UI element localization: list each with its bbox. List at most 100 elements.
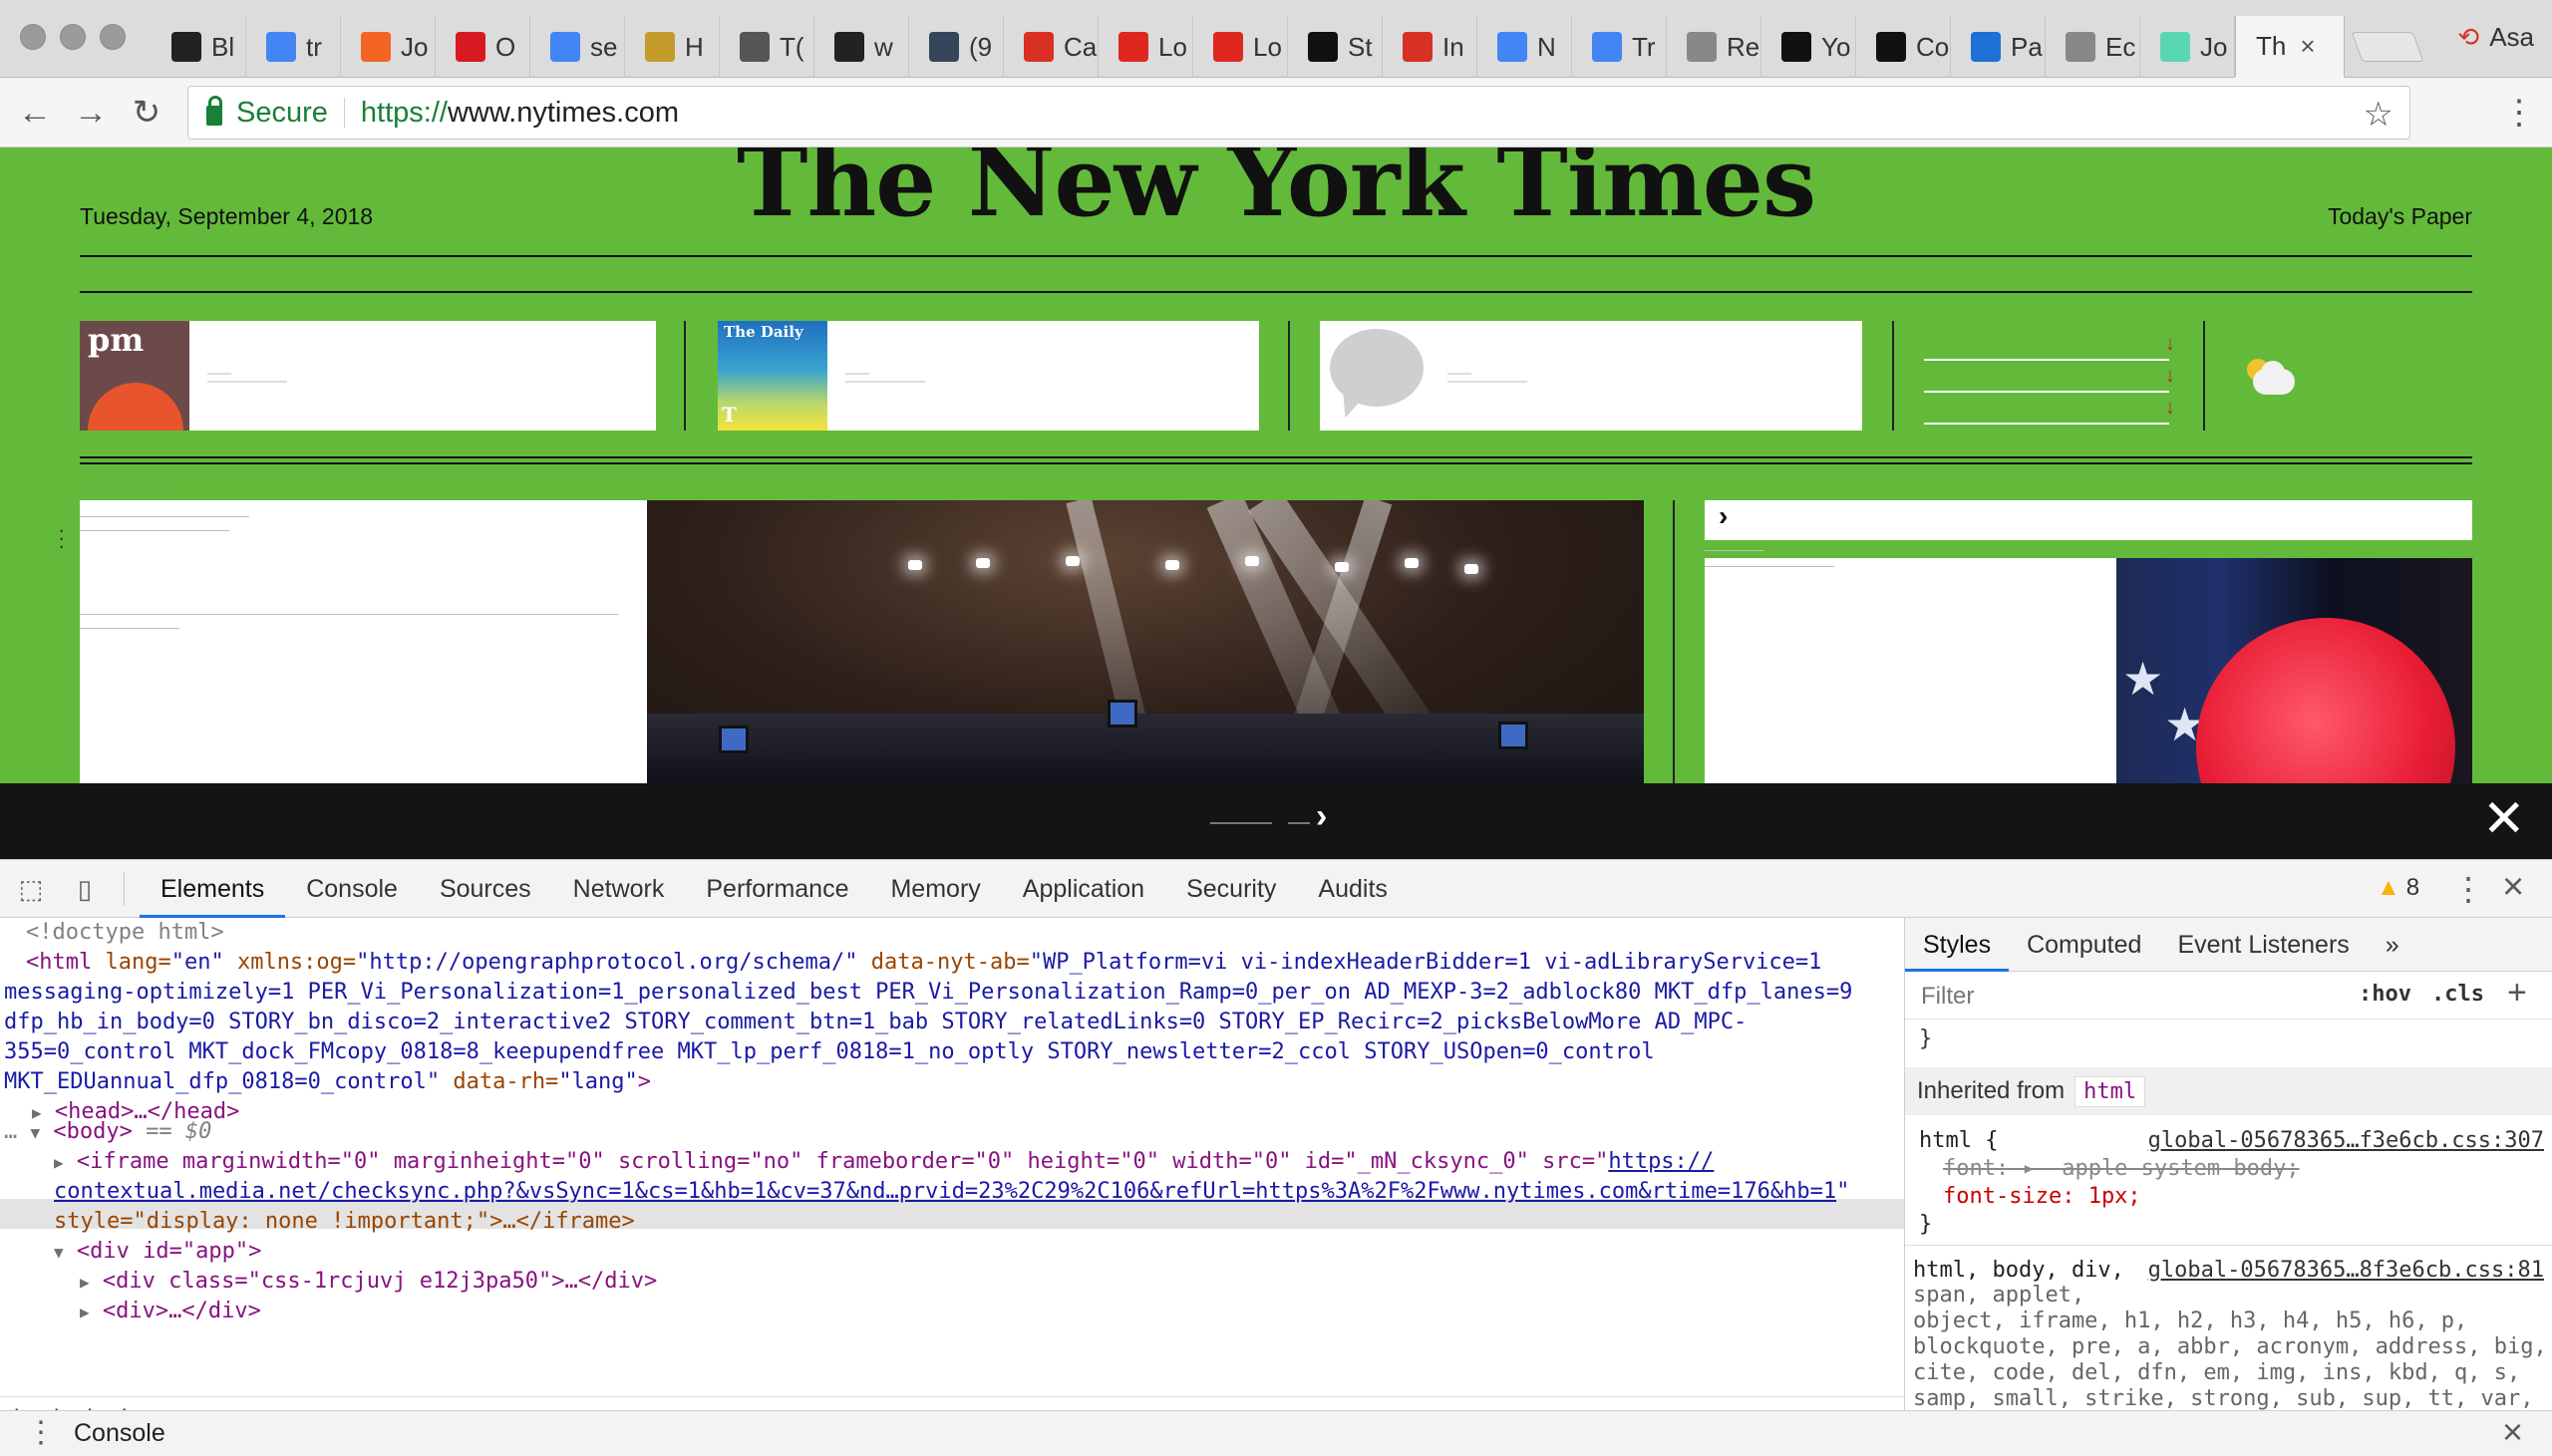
- profile-button[interactable]: ⟲ Asa: [2457, 22, 2534, 53]
- tab-event-listeners[interactable]: Event Listeners: [2159, 918, 2367, 972]
- devtools-tab-elements[interactable]: Elements: [140, 860, 286, 918]
- minimize-window-button[interactable]: [60, 24, 86, 50]
- tab-styles[interactable]: Styles: [1905, 918, 2010, 972]
- address-bar[interactable]: Secure https:// www.nytimes.com ☆: [187, 86, 2410, 140]
- browser-tab[interactable]: O: [436, 16, 530, 78]
- devtools-tab-performance[interactable]: Performance: [685, 860, 869, 918]
- html-node[interactable]: <html lang="en" xmlns:og="http://opengra…: [26, 948, 1821, 978]
- market-index-line[interactable]: [1924, 359, 2169, 361]
- drawer-menu-icon[interactable]: ⋮: [26, 1415, 56, 1450]
- new-tab-button[interactable]: [2351, 32, 2424, 62]
- browser-tab[interactable]: Lo: [1193, 16, 1288, 78]
- devtools-tab-security[interactable]: Security: [1165, 860, 1297, 918]
- browser-menu-icon[interactable]: ⋮: [2502, 90, 2536, 136]
- market-index-line[interactable]: [1924, 423, 2169, 425]
- styles-filter-input[interactable]: [1919, 982, 2338, 1012]
- warnings-counter[interactable]: ▲ 8: [2377, 874, 2419, 902]
- masthead-logo[interactable]: The New York Times: [0, 147, 2552, 238]
- lead-story-text[interactable]: [80, 490, 647, 783]
- forward-arrow-icon[interactable]: →: [70, 92, 112, 134]
- class-toggle[interactable]: .cls: [2431, 982, 2484, 1007]
- promo-the-daily[interactable]: The Daily T: [718, 321, 1259, 431]
- devtools-tab-memory[interactable]: Memory: [869, 860, 1001, 918]
- rule-html-source-link[interactable]: global-05678365…f3e6cb.css:307: [2148, 1127, 2544, 1155]
- browser-tab[interactable]: Jo: [2140, 16, 2235, 78]
- dock-banner[interactable]: › ✕: [0, 783, 2552, 859]
- browser-tab[interactable]: Bl: [152, 16, 246, 78]
- lead-story-photo[interactable]: [647, 500, 1644, 783]
- tab-list: Bl tr Jo Ose H T(w (9 Ca Lo Lo St In N Tr Re Yo Co Pa Ec Jo…: [152, 16, 2424, 78]
- more-news-bar[interactable]: ›: [1705, 500, 2472, 540]
- browser-tab[interactable]: Yo: [1761, 16, 1856, 78]
- promo-pm-briefing[interactable]: pm: [80, 321, 656, 431]
- browser-tab[interactable]: Th ×: [2235, 16, 2345, 78]
- div-plain-node[interactable]: ▶ <div>…</div>: [80, 1297, 261, 1327]
- browser-tab[interactable]: Lo: [1099, 16, 1193, 78]
- rule-reset-source-link[interactable]: global-05678365…8f3e6cb.css:81: [2148, 1257, 2544, 1285]
- browser-tab[interactable]: se: [530, 16, 625, 78]
- div-app-node[interactable]: ▼ <div id="app">: [54, 1237, 261, 1268]
- close-tab-icon[interactable]: ×: [2300, 31, 2315, 62]
- drawer-console-label[interactable]: Console: [74, 1419, 165, 1448]
- more-tabs-chevron-icon[interactable]: »: [2368, 918, 2417, 972]
- drag-handle-icon[interactable]: · · ·: [58, 519, 65, 557]
- todays-paper-link[interactable]: Today's Paper: [2328, 203, 2472, 230]
- body-node[interactable]: … ▼ <body> == $0: [4, 1117, 211, 1148]
- close-window-button[interactable]: [20, 24, 46, 50]
- secure-label: Secure: [236, 96, 328, 129]
- doctype-node[interactable]: <!doctype html>: [26, 918, 224, 948]
- browser-tab[interactable]: Re: [1667, 16, 1761, 78]
- devtools-tab-audits[interactable]: Audits: [1297, 860, 1408, 918]
- rule-html-selector[interactable]: html {: [1919, 1127, 1998, 1155]
- tab-title: Ca: [1064, 31, 1098, 62]
- bookmark-star-icon[interactable]: ☆: [2364, 95, 2393, 135]
- close-icon[interactable]: ✕: [2482, 789, 2526, 849]
- inherited-tag-chip[interactable]: html: [2074, 1075, 2146, 1107]
- div-class-node[interactable]: ▶ <div class="css-1rcjuvj e12j3pa50">…</…: [80, 1267, 657, 1298]
- elements-tree[interactable]: <!doctype html> <html lang="en" xmlns:og…: [0, 918, 1904, 1396]
- browser-tab[interactable]: (9: [909, 16, 1004, 78]
- devtools-tab-console[interactable]: Console: [285, 860, 419, 918]
- secondary-story-photo[interactable]: ★ ★: [2116, 558, 2472, 783]
- console-drawer[interactable]: ⋮ Console ×: [0, 1410, 2552, 1456]
- browser-tab[interactable]: In: [1383, 16, 1477, 78]
- iframe-node[interactable]: ▶ <iframe marginwidth="0" marginheight="…: [54, 1147, 1714, 1178]
- browser-tab[interactable]: Jo: [341, 16, 436, 78]
- reload-icon[interactable]: ↻: [126, 92, 167, 134]
- devtools-tab-network[interactable]: Network: [552, 860, 686, 918]
- rule-font-size-declaration[interactable]: font-size: 1px;: [1943, 1183, 2141, 1211]
- browser-tab[interactable]: tr: [246, 16, 341, 78]
- selector-list-line: object, iframe, h1, h2, h3, h4, h5, h6, …: [1913, 1309, 2468, 1333]
- devtools-tab-sources[interactable]: Sources: [419, 860, 552, 918]
- browser-tab[interactable]: H: [625, 16, 720, 78]
- browser-tab[interactable]: Co: [1856, 16, 1951, 78]
- inspect-element-icon[interactable]: ⬚: [16, 874, 46, 904]
- hover-state-toggle[interactable]: :hov: [2359, 982, 2411, 1007]
- new-rule-plus-icon[interactable]: +: [2507, 974, 2527, 1013]
- devtools-tab-application[interactable]: Application: [1002, 860, 1165, 918]
- more-options-icon[interactable]: ⋮: [2452, 870, 2484, 908]
- browser-tab[interactable]: N: [1477, 16, 1572, 78]
- rule-reset-selector[interactable]: html, body, div,: [1913, 1257, 2124, 1285]
- close-drawer-icon[interactable]: ×: [2502, 1411, 2523, 1453]
- iframe-src-link[interactable]: contextual.media.net/checksync.php?&vsSy…: [54, 1177, 1849, 1207]
- browser-tab[interactable]: Ec: [2046, 16, 2140, 78]
- chevron-right-icon[interactable]: ›: [1719, 500, 1728, 532]
- rule-font-declaration[interactable]: font: ▸ -apple-system-body;: [1943, 1155, 2300, 1183]
- browser-tab[interactable]: T(: [720, 16, 814, 78]
- browser-tab[interactable]: St: [1288, 16, 1383, 78]
- device-toolbar-icon[interactable]: ▯: [70, 874, 100, 904]
- browser-tab[interactable]: Ca: [1004, 16, 1099, 78]
- partly-cloudy-weather-icon[interactable]: [2247, 359, 2297, 399]
- browser-tab[interactable]: Pa: [1951, 16, 2046, 78]
- back-arrow-icon[interactable]: ←: [14, 92, 56, 134]
- secondary-story-text[interactable]: [1705, 550, 2116, 783]
- maximize-window-button[interactable]: [100, 24, 126, 50]
- chevron-right-icon[interactable]: ›: [1316, 797, 1327, 836]
- browser-tab[interactable]: w: [814, 16, 909, 78]
- promo-comments[interactable]: [1320, 321, 1862, 431]
- close-devtools-icon[interactable]: ×: [2502, 866, 2524, 909]
- tab-computed[interactable]: Computed: [2009, 918, 2159, 972]
- market-index-line[interactable]: [1924, 391, 2169, 393]
- browser-tab[interactable]: Tr: [1572, 16, 1667, 78]
